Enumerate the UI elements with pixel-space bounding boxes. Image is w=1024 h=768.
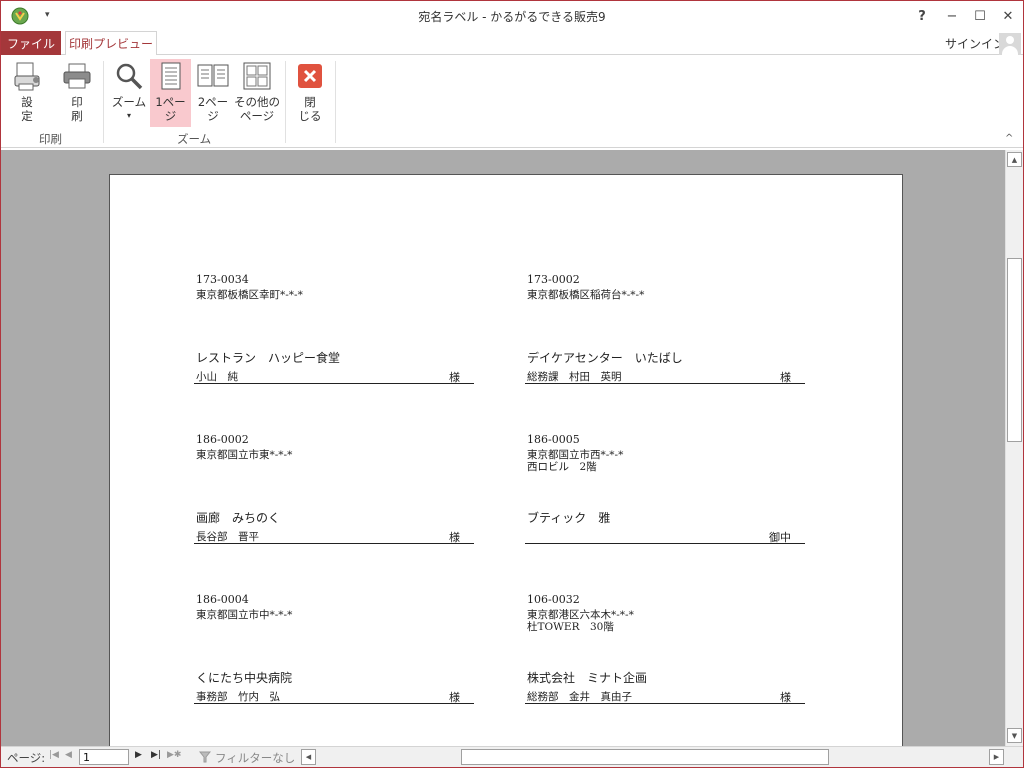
zoom-label: ズーム (111, 95, 147, 109)
recipient-name: 小山 純 (196, 371, 238, 383)
recipient-name: 総務課 村田 英明 (527, 371, 622, 383)
record-navigation-bar: ページ: |◀ ◀ ▶ ▶| ▶✱ フィルターなし ◀ ▶ (1, 746, 1023, 767)
vertical-scrollbar[interactable]: ▲ ▼ (1005, 150, 1023, 746)
address-label: 173-0034 東京都板橋区幸町*-*-* レストラン ハッピー食堂 小山 純様 (194, 273, 476, 385)
more-pages-icon (240, 59, 274, 93)
company-name: くにたち中央病院 (196, 671, 293, 685)
page-label: ページ: (7, 751, 46, 765)
ribbon: 設 定 印 刷 印刷 ズーム ▾ 1ペー ジ 2ペー ジ その他の ページ ズー… (1, 55, 1023, 148)
two-pages-icon (196, 59, 230, 93)
tab-file[interactable]: ファイル (1, 31, 61, 55)
scroll-down-icon[interactable]: ▼ (1007, 728, 1022, 743)
two-pages-label: 2ペー ジ (197, 95, 229, 123)
next-page-icon[interactable]: ▶ (135, 750, 142, 760)
name-underline (194, 703, 474, 704)
close-preview-label: 閉 じる (298, 95, 322, 123)
first-page-icon[interactable]: |◀ (49, 750, 59, 760)
company-name: デイケアセンター いたばし (527, 351, 683, 365)
address-line-2: 西ロビル 2階 (527, 461, 597, 473)
more-pages-button[interactable]: その他の ページ (233, 59, 281, 127)
name-underline (194, 543, 474, 544)
company-name: レストラン ハッピー食堂 (196, 351, 341, 365)
two-pages-button[interactable]: 2ペー ジ (193, 59, 233, 127)
page-number-input[interactable] (79, 749, 129, 765)
name-underline (525, 383, 805, 384)
print-label: 印 刷 (71, 95, 83, 123)
ribbon-separator (103, 61, 104, 143)
scroll-up-icon[interactable]: ▲ (1007, 152, 1022, 167)
address-line-1: 東京都国立市中*-*-* (196, 609, 293, 621)
ribbon-separator (335, 61, 336, 143)
postal-code: 173-0002 (527, 273, 580, 286)
print-button[interactable]: 印 刷 (57, 59, 97, 127)
page-setup-button[interactable]: 設 定 (7, 59, 47, 127)
maximize-button[interactable]: ☐ (965, 1, 995, 31)
report-page: 173-0034 東京都板橋区幸町*-*-* レストラン ハッピー食堂 小山 純様 17… (109, 174, 903, 746)
close-window-button[interactable]: ✕ (993, 1, 1023, 31)
scroll-left-icon[interactable]: ◀ (301, 749, 316, 765)
company-name: ブティック 雅 (527, 511, 611, 525)
address-line-1: 東京都国立市東*-*-* (196, 449, 293, 461)
recipient-name: 事務部 竹内 弘 (196, 691, 280, 703)
scroll-right-icon[interactable]: ▶ (989, 749, 1004, 765)
avatar[interactable] (999, 33, 1021, 55)
close-preview-button[interactable]: 閉 じる (291, 59, 329, 127)
company-name: 画廊 みちのく (196, 511, 281, 525)
company-name: 株式会社 ミナト企画 (527, 671, 648, 685)
tab-print-preview[interactable]: 印刷プレビュー (65, 31, 157, 56)
ribbon-tabs: ファイル 印刷プレビュー サインイン (1, 31, 1023, 56)
collapse-ribbon-icon[interactable]: ^ (1005, 133, 1013, 144)
filter-status[interactable]: フィルターなし (215, 750, 295, 766)
address-label: 173-0002 東京都板橋区稲荷台*-*-* デイケアセンター いたばし 総務課 村… (525, 273, 807, 385)
minimize-button[interactable]: − (937, 1, 967, 31)
previous-page-icon[interactable]: ◀ (65, 750, 72, 760)
new-record-icon[interactable]: ▶✱ (167, 750, 181, 760)
zoom-button[interactable]: ズーム ▾ (109, 59, 149, 127)
zoom-dropdown-icon: ▾ (126, 111, 131, 120)
one-page-icon (154, 59, 188, 93)
postal-code: 186-0005 (527, 433, 580, 446)
address-label: 186-0004 東京都国立市中*-*-* くにたち中央病院 事務部 竹内 弘様 (194, 593, 476, 705)
horizontal-scroll-thumb[interactable] (461, 749, 829, 765)
address-line-1: 東京都板橋区幸町*-*-* (196, 289, 303, 301)
filter-icon (199, 751, 211, 763)
page-setup-label: 設 定 (21, 95, 33, 123)
group-print-label: 印刷 (39, 132, 62, 146)
horizontal-scrollbar[interactable]: ◀ ▶ (301, 749, 1005, 765)
title-bar: ▾ 宛名ラベル - かるがるできる販売9 ? − ☐ ✕ (1, 1, 1023, 31)
magnifier-icon (112, 59, 146, 93)
last-page-icon[interactable]: ▶| (151, 750, 161, 760)
avatar-head (1006, 36, 1014, 44)
vertical-scroll-thumb[interactable] (1007, 258, 1022, 442)
avatar-body (1002, 46, 1018, 55)
postal-code: 173-0034 (196, 273, 249, 286)
one-page-button[interactable]: 1ペー ジ (150, 59, 191, 127)
help-button[interactable]: ? (907, 1, 937, 31)
window-title: 宛名ラベル - かるがるできる販売9 (418, 10, 606, 24)
more-pages-label: その他の ページ (234, 95, 280, 123)
close-preview-icon (293, 59, 327, 93)
name-underline (525, 703, 805, 704)
printer-icon (60, 59, 94, 93)
name-underline (525, 543, 805, 544)
address-line-2: 杜TOWER 30階 (527, 621, 614, 633)
recipient-name: 長谷部 晋平 (196, 531, 259, 543)
preview-area[interactable]: 173-0034 東京都板橋区幸町*-*-* レストラン ハッピー食堂 小山 純様 17… (1, 150, 1005, 746)
one-page-label: 1ペー ジ (155, 95, 186, 123)
access-window: ▾ 宛名ラベル - かるがるできる販売9 ? − ☐ ✕ ファイル 印刷プレビュ… (0, 0, 1024, 768)
recipient-name: 総務部 金井 真由子 (527, 691, 632, 703)
name-underline (194, 383, 474, 384)
group-zoom-label: ズーム (177, 132, 212, 146)
postal-code: 186-0004 (196, 593, 249, 606)
address-label: 186-0005 東京都国立市西*-*-* 西ロビル 2階 ブティック 雅御中 (525, 433, 807, 545)
page-setup-icon (10, 59, 44, 93)
address-line-1: 東京都板橋区稲荷台*-*-* (527, 289, 645, 301)
postal-code: 106-0032 (527, 593, 580, 606)
postal-code: 186-0002 (196, 433, 249, 446)
address-label: 106-0032 東京都港区六本木*-*-* 杜TOWER 30階 株式会社 ミナト企… (525, 593, 807, 705)
signin-link[interactable]: サインイン (945, 35, 1005, 52)
address-label: 186-0002 東京都国立市東*-*-* 画廊 みちのく 長谷部 晋平様 (194, 433, 476, 545)
ribbon-separator (285, 61, 286, 143)
